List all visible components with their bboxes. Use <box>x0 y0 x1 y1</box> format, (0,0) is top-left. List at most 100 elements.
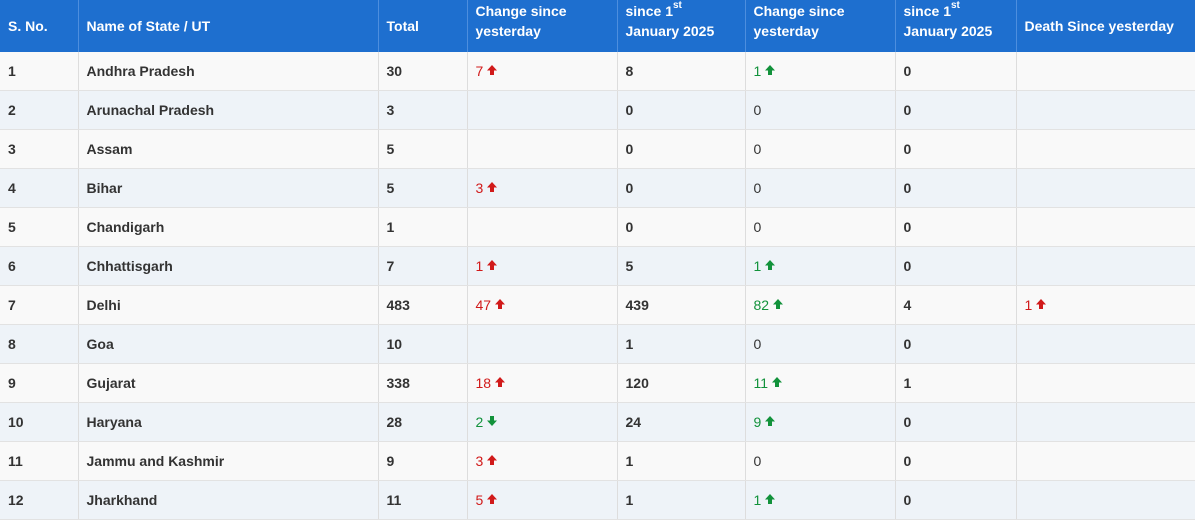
cell-since-jan-1: 0 <box>617 168 746 208</box>
header-total[interactable]: Total <box>378 0 468 52</box>
cell-change-active: 18 <box>467 363 618 403</box>
table-header: S. No. Name of State / UT Total Change s… <box>0 0 1195 52</box>
cell-total: 7 <box>378 246 468 286</box>
table-row: 7 Delhi 483 47 439 82 4 1 <box>0 285 1195 325</box>
cell-sno: 11 <box>0 441 79 481</box>
cell-since-jan-1: 1 <box>617 480 746 520</box>
table-row: 11 Jammu and Kashmir 9 3 1 0 0 <box>0 441 1195 481</box>
cell-death <box>1016 207 1195 247</box>
table-row: 4 Bihar 5 3 0 0 0 <box>0 168 1195 208</box>
cell-change-active: 5 <box>467 480 618 520</box>
table-row: 1 Andhra Pradesh 30 7 8 1 0 <box>0 52 1195 91</box>
cell-since-jan-2: 0 <box>895 402 1017 442</box>
arrow-up-icon <box>486 63 498 79</box>
table-row: 12 Jharkhand 11 5 1 1 0 <box>0 480 1195 520</box>
cell-change-discharged: 82 <box>745 285 896 325</box>
cell-total: 483 <box>378 285 468 325</box>
cell-change-discharged: 0 <box>745 90 896 130</box>
cell-since-jan-1: 24 <box>617 402 746 442</box>
cell-since-jan-1: 5 <box>617 246 746 286</box>
cell-total: 1 <box>378 207 468 247</box>
table-body: 1 Andhra Pradesh 30 7 8 1 0 2 Arunachal Pradesh 3… <box>0 52 1195 520</box>
cell-sno: 1 <box>0 52 79 91</box>
header-name[interactable]: Name of State / UT <box>78 0 379 52</box>
cell-state-name: Jharkhand <box>78 480 379 520</box>
header-sno[interactable]: S. No. <box>0 0 79 52</box>
table-row: 9 Gujarat 338 18 120 11 1 <box>0 363 1195 403</box>
cell-since-jan-1: 120 <box>617 363 746 403</box>
arrow-up-icon <box>486 258 498 274</box>
cell-change-discharged: 1 <box>745 246 896 286</box>
cell-since-jan-1: 1 <box>617 324 746 364</box>
header-death[interactable]: Death Since yesterday <box>1016 0 1195 52</box>
cell-sno: 3 <box>0 129 79 169</box>
header-change-active[interactable]: Change since yesterday <box>467 0 618 52</box>
cell-change-active <box>467 90 618 130</box>
cell-sno: 7 <box>0 285 79 325</box>
arrow-up-icon <box>764 258 776 274</box>
cell-since-jan-2: 1 <box>895 363 1017 403</box>
cell-change-active: 3 <box>467 441 618 481</box>
cell-change-active: 3 <box>467 168 618 208</box>
cell-death <box>1016 402 1195 442</box>
cell-sno: 6 <box>0 246 79 286</box>
arrow-up-icon <box>494 297 506 313</box>
cell-state-name: Haryana <box>78 402 379 442</box>
arrow-up-icon <box>486 492 498 508</box>
cell-death <box>1016 324 1195 364</box>
cell-sno: 5 <box>0 207 79 247</box>
cell-state-name: Chhattisgarh <box>78 246 379 286</box>
cell-change-discharged: 0 <box>745 324 896 364</box>
cell-since-jan-1: 439 <box>617 285 746 325</box>
arrow-up-icon <box>771 375 783 391</box>
cell-state-name: Bihar <box>78 168 379 208</box>
header-since-jan-1[interactable]: since 1st January 2025 <box>617 0 746 52</box>
cell-since-jan-1: 0 <box>617 207 746 247</box>
cell-change-active: 1 <box>467 246 618 286</box>
header-change-discharged[interactable]: Change since yesterday <box>745 0 896 52</box>
cell-since-jan-2: 0 <box>895 52 1017 91</box>
cell-total: 5 <box>378 129 468 169</box>
cell-total: 10 <box>378 324 468 364</box>
cell-total: 9 <box>378 441 468 481</box>
cell-death <box>1016 129 1195 169</box>
cell-change-discharged: 0 <box>745 207 896 247</box>
cell-since-jan-2: 0 <box>895 246 1017 286</box>
cell-death <box>1016 363 1195 403</box>
cell-change-active <box>467 129 618 169</box>
cell-death: 1 <box>1016 285 1195 325</box>
cell-change-active: 7 <box>467 52 618 91</box>
cell-since-jan-1: 1 <box>617 441 746 481</box>
arrow-up-icon <box>494 375 506 391</box>
cell-death <box>1016 90 1195 130</box>
cell-total: 3 <box>378 90 468 130</box>
cell-sno: 9 <box>0 363 79 403</box>
cell-death <box>1016 52 1195 91</box>
cell-since-jan-1: 8 <box>617 52 746 91</box>
cell-total: 11 <box>378 480 468 520</box>
cell-since-jan-2: 0 <box>895 168 1017 208</box>
cell-state-name: Andhra Pradesh <box>78 52 379 91</box>
cell-sno: 4 <box>0 168 79 208</box>
cell-state-name: Chandigarh <box>78 207 379 247</box>
cell-change-active: 2 <box>467 402 618 442</box>
cell-change-discharged: 9 <box>745 402 896 442</box>
table-row: 6 Chhattisgarh 7 1 5 1 0 <box>0 246 1195 286</box>
table-row: 2 Arunachal Pradesh 3 0 0 0 <box>0 90 1195 130</box>
arrow-up-icon <box>1035 297 1047 313</box>
cell-since-jan-2: 0 <box>895 480 1017 520</box>
cell-state-name: Delhi <box>78 285 379 325</box>
arrow-up-icon <box>764 492 776 508</box>
table-row: 3 Assam 5 0 0 0 <box>0 129 1195 169</box>
cell-death <box>1016 480 1195 520</box>
cell-since-jan-2: 0 <box>895 441 1017 481</box>
cell-change-discharged: 0 <box>745 129 896 169</box>
cell-state-name: Assam <box>78 129 379 169</box>
cell-state-name: Arunachal Pradesh <box>78 90 379 130</box>
cell-since-jan-2: 0 <box>895 129 1017 169</box>
cell-change-active: 47 <box>467 285 618 325</box>
header-since-jan-2[interactable]: since 1st January 2025 <box>895 0 1017 52</box>
cell-change-discharged: 0 <box>745 168 896 208</box>
cell-death <box>1016 168 1195 208</box>
cell-death <box>1016 441 1195 481</box>
